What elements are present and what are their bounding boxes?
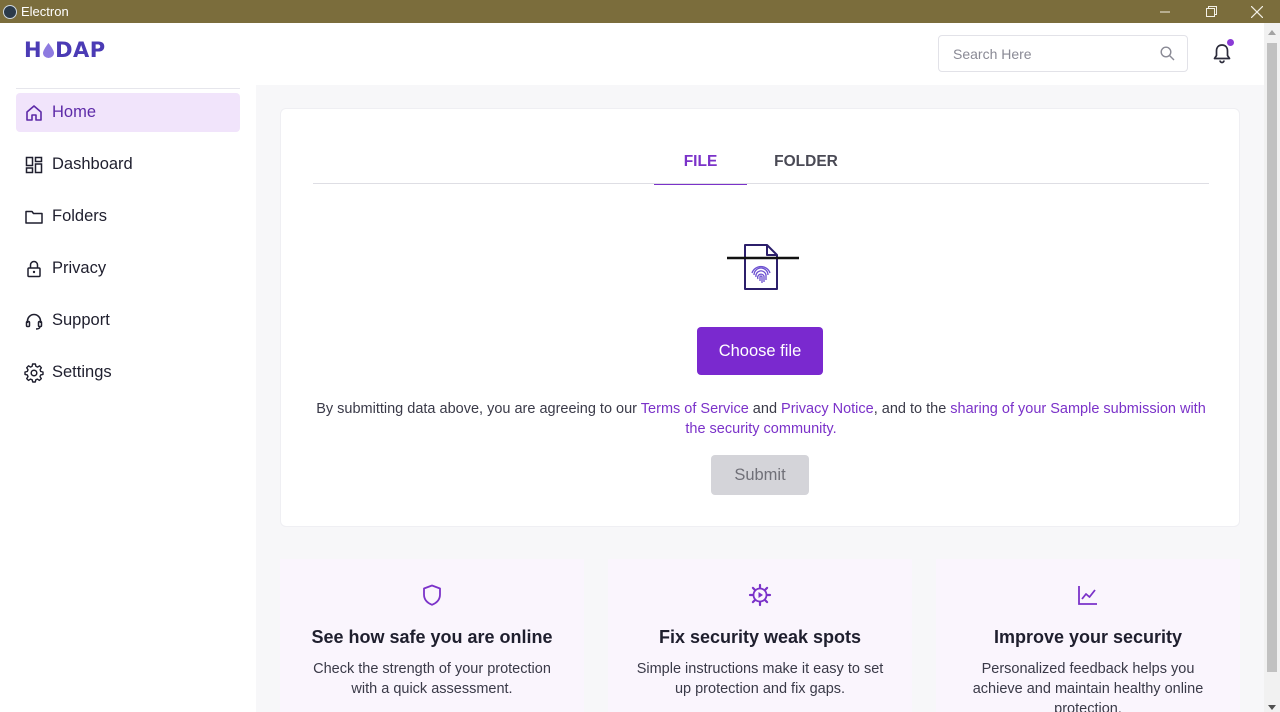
privacy-notice-link[interactable]: Privacy Notice <box>781 401 874 417</box>
restore-button[interactable] <box>1188 0 1234 23</box>
tab-file-label: FILE <box>683 153 718 170</box>
window-title-bar: Electron <box>0 0 1280 23</box>
submit-button[interactable]: Submit <box>711 455 809 495</box>
scroll-up-arrow-icon[interactable] <box>1268 30 1276 35</box>
sidebar-item-label: Home <box>52 103 97 121</box>
home-icon <box>24 103 44 123</box>
gear-icon <box>748 583 772 607</box>
scrollbar-thumb[interactable] <box>1267 43 1277 672</box>
terms-of-service-link[interactable]: Terms of Service <box>641 401 749 417</box>
notification-dot <box>1227 39 1234 46</box>
sidebar-item-label: Support <box>52 311 110 329</box>
sidebar-item-support[interactable]: Support <box>16 301 240 340</box>
lock-icon <box>24 259 44 279</box>
choose-file-button[interactable]: Choose file <box>697 327 823 375</box>
feature-title: Fix security weak spots <box>658 627 862 647</box>
terms-and: and <box>748 401 782 417</box>
sidebar-item-label: Settings <box>52 363 112 381</box>
chart-line-icon <box>1078 586 1097 605</box>
window-controls <box>1142 0 1280 23</box>
headset-icon <box>24 311 44 331</box>
sidebar-divider <box>16 88 240 89</box>
electron-app-icon <box>3 4 17 19</box>
sidebar-item-privacy[interactable]: Privacy <box>16 249 240 288</box>
feature-description: Check the strength of your protection wi… <box>313 661 551 697</box>
upload-card: FILE FOLDER Choose file By submitting da… <box>280 108 1240 527</box>
minimize-icon <box>1160 11 1170 12</box>
sidebar-item-home[interactable]: Home <box>16 93 240 132</box>
window-title: Electron <box>21 4 69 19</box>
fingerprint-file-icon <box>727 244 799 290</box>
feature-title: See how safe you are online <box>311 627 553 647</box>
close-icon <box>1251 5 1263 18</box>
terms-notice: By submitting data above, you are agreei… <box>313 399 1209 439</box>
sidebar-item-label: Folders <box>52 207 108 225</box>
app-logo[interactable]: H DAP <box>24 38 106 62</box>
sidebar-item-settings[interactable]: Settings <box>16 353 240 392</box>
sidebar-item-label: Privacy <box>52 259 107 277</box>
terms-middle: , and to the <box>873 401 951 417</box>
dashboard-icon <box>24 155 44 175</box>
search-box <box>938 35 1188 72</box>
sidebar-item-label: Dashboard <box>52 155 133 173</box>
tab-folder[interactable]: FOLDER <box>771 153 841 171</box>
gear-icon <box>24 362 44 383</box>
logo-text-left: H <box>24 38 43 62</box>
tabs-divider <box>313 183 1209 184</box>
tab-folder-label: FOLDER <box>774 153 838 170</box>
feature-description: Simple instructions make it easy to set … <box>636 661 884 697</box>
search-input[interactable] <box>953 45 1143 62</box>
sidebar: Home Dashboard Folders Privacy Support S… <box>0 85 256 712</box>
logo-drop-icon <box>43 42 55 58</box>
feature-description: Personalized feedback helps you achieve … <box>972 661 1204 712</box>
scroll-down-arrow-icon[interactable] <box>1268 705 1276 710</box>
search-icon[interactable] <box>1160 46 1175 61</box>
feature-card-safety: See how safe you are online Check the st… <box>280 559 584 712</box>
terms-prefix: By submitting data above, you are agreei… <box>316 401 641 417</box>
vertical-scrollbar[interactable] <box>1264 23 1280 712</box>
folder-icon <box>24 207 44 227</box>
sidebar-item-folders[interactable]: Folders <box>16 197 240 236</box>
feature-card-improve: Improve your security Personalized feedb… <box>936 559 1240 712</box>
sidebar-item-dashboard[interactable]: Dashboard <box>16 145 240 184</box>
shield-icon <box>423 584 441 606</box>
minimize-button[interactable] <box>1142 0 1188 23</box>
restore-icon <box>1205 6 1217 17</box>
tab-file[interactable]: FILE <box>654 153 747 185</box>
main-content: FILE FOLDER Choose file By submitting da… <box>256 85 1264 712</box>
feature-title: Improve your security <box>993 627 1183 647</box>
feature-card-weak-spots: Fix security weak spots Simple instructi… <box>608 559 912 712</box>
close-button[interactable] <box>1234 0 1280 23</box>
notifications-button[interactable] <box>1211 39 1234 64</box>
logo-text-right: DAP <box>55 38 106 62</box>
